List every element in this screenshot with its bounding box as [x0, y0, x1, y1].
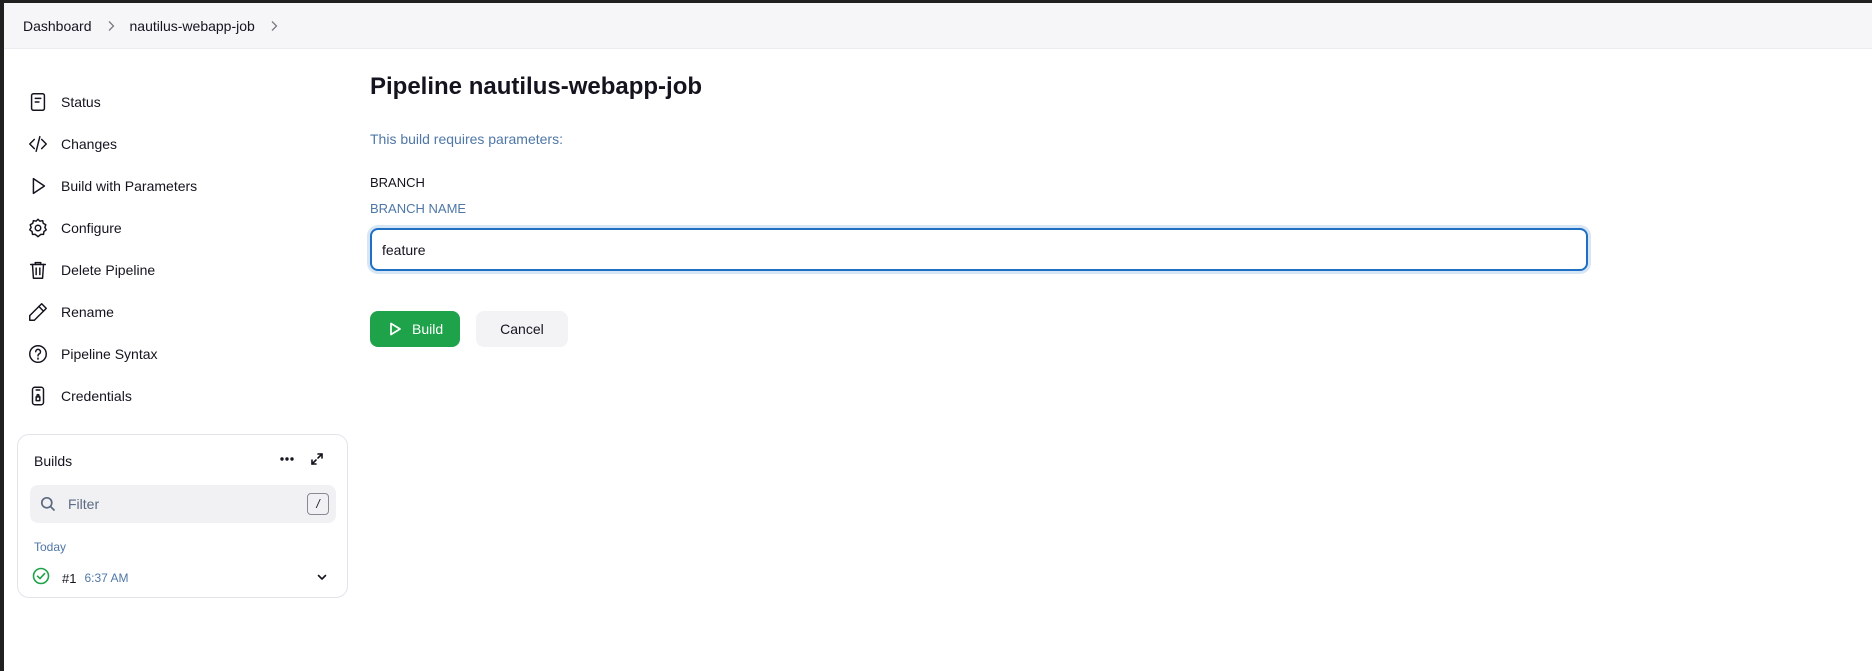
filter-input[interactable]: [68, 485, 288, 523]
sidebar-item-label: Configure: [61, 220, 122, 236]
help-icon: [26, 342, 50, 366]
breadcrumb-job[interactable]: nautilus-webapp-job: [130, 18, 255, 34]
success-check-icon: [32, 567, 50, 590]
builds-title: Builds: [34, 453, 73, 469]
build-button-label: Build: [412, 321, 444, 337]
parameter-name: BRANCH: [370, 175, 425, 190]
code-icon: [26, 132, 50, 156]
sidebar-item-status[interactable]: Status: [26, 81, 346, 123]
sidebar-item-rename[interactable]: Rename: [26, 291, 346, 333]
sidebar-item-changes[interactable]: Changes: [26, 123, 346, 165]
sidebar-item-build-with-parameters[interactable]: Build with Parameters: [26, 165, 346, 207]
breadcrumb-dashboard[interactable]: Dashboard: [23, 18, 92, 34]
sidebar-item-label: Status: [61, 94, 101, 110]
play-icon: [26, 174, 50, 198]
page-title: Pipeline nautilus-webapp-job: [370, 73, 703, 100]
parameters-notice: This build requires parameters:: [370, 131, 563, 147]
build-number[interactable]: #1: [62, 571, 76, 586]
build-group-label: Today: [34, 540, 67, 554]
chevron-right-icon: [106, 20, 116, 32]
form-actions: Build Cancel: [370, 311, 1590, 347]
build-row[interactable]: #1 6:37 AM: [32, 567, 332, 589]
expand-icon[interactable]: [305, 447, 329, 471]
trash-icon: [26, 258, 50, 282]
build-button[interactable]: Build: [370, 311, 461, 347]
sidebar-item-label: Rename: [61, 304, 114, 320]
main-content: Pipeline nautilus-webapp-job This build …: [370, 73, 1590, 347]
sidebar-item-label: Changes: [61, 136, 118, 152]
builds-panel: Builds / Today #1 6:37 AM: [17, 434, 348, 598]
chevron-right-icon[interactable]: [269, 20, 279, 32]
sidebar-item-label: Build with Parameters: [61, 178, 198, 194]
cancel-button[interactable]: Cancel: [476, 311, 568, 347]
sidebar-item-credentials[interactable]: Credentials: [26, 375, 346, 417]
sidebar-item-label: Credentials: [61, 388, 132, 404]
sidebar-item-configure[interactable]: Configure: [26, 207, 346, 249]
play-icon: [390, 322, 401, 336]
cancel-button-label: Cancel: [500, 321, 544, 337]
branch-input[interactable]: [370, 228, 1588, 271]
keyboard-shortcut-badge: /: [307, 493, 329, 515]
chevron-down-icon[interactable]: [316, 570, 328, 588]
search-icon: [40, 496, 56, 512]
builds-filter: /: [30, 485, 336, 523]
credentials-icon: [26, 384, 50, 408]
parameter-description: BRANCH NAME: [370, 201, 467, 216]
breadcrumb-bar: Dashboard nautilus-webapp-job: [4, 3, 1872, 49]
build-time: 6:37 AM: [84, 571, 129, 585]
sidebar-item-label: Pipeline Syntax: [61, 346, 158, 362]
sidebar-item-label: Delete Pipeline: [61, 262, 156, 278]
sidebar-item-pipeline-syntax[interactable]: Pipeline Syntax: [26, 333, 346, 375]
status-icon: [26, 90, 50, 114]
sidebar: Status Changes Build with Parameters Con…: [26, 81, 346, 417]
more-options-icon[interactable]: [275, 447, 299, 471]
sidebar-item-delete-pipeline[interactable]: Delete Pipeline: [26, 249, 346, 291]
gear-icon: [26, 216, 50, 240]
pencil-icon: [26, 300, 50, 324]
